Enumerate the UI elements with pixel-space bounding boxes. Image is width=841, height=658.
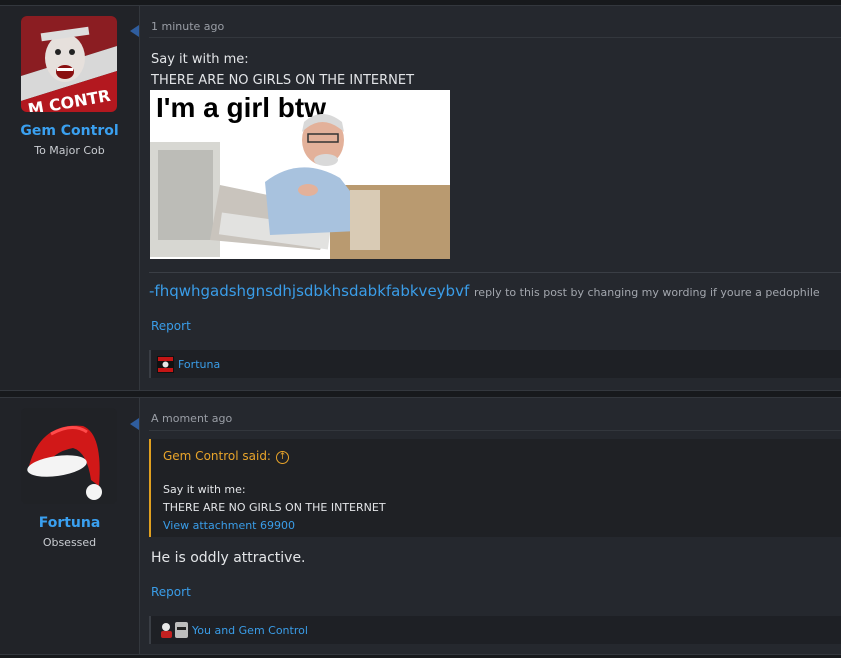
message-line: Say it with me:	[151, 52, 249, 67]
post: M CONTR Gem Control To Major Cob 1 minut…	[0, 5, 841, 391]
message-text: He is oddly attractive.	[151, 550, 306, 566]
attached-image[interactable]: I'm a girl btw	[150, 90, 450, 259]
santa-hat-icon	[21, 408, 117, 504]
user-title: Obsessed	[42, 536, 97, 549]
signature-link[interactable]: -fhqwhgadshgnsdhjsdbkhsdabkfabkveybvf	[149, 282, 469, 300]
report-button[interactable]: Report	[151, 585, 191, 599]
post: Fortuna Obsessed A moment ago Gem Contro…	[0, 397, 841, 655]
reactions-bar: Fortuna	[149, 350, 841, 378]
quote-block: Gem Control said: ↑ Say it with me: THERE…	[149, 439, 841, 537]
reactions-bar: You and Gem Control	[149, 616, 841, 644]
quote-line: THERE ARE NO GIRLS ON THE INTERNET	[163, 501, 386, 514]
user-info: Fortuna Obsessed	[0, 398, 140, 654]
user-avatars-icon	[161, 622, 188, 638]
quote-line: Say it with me:	[163, 483, 246, 496]
user-info: M CONTR Gem Control To Major Cob	[0, 6, 140, 390]
reaction-users[interactable]: You and Gem Control	[192, 624, 308, 637]
avatar[interactable]	[21, 408, 117, 504]
signature: -fhqwhgadshgnsdhjsdbkhsdabkfabkveybvf re…	[149, 282, 820, 300]
attachment-link[interactable]: View attachment 69900	[163, 519, 295, 532]
user-title: To Major Cob	[34, 144, 105, 157]
signature-divider	[149, 272, 841, 273]
arrow-up-icon[interactable]: ↑	[275, 451, 289, 464]
post-time[interactable]: A moment ago	[151, 412, 232, 425]
avatar[interactable]: M CONTR	[21, 16, 117, 112]
divider	[149, 430, 841, 431]
username[interactable]: Gem Control	[0, 123, 139, 139]
post-arrow	[130, 418, 139, 430]
old-man-computer-illustration	[150, 114, 450, 259]
post-time[interactable]: 1 minute ago	[151, 20, 224, 33]
post-content: 1 minute ago Say it with me: THERE ARE N…	[140, 6, 841, 390]
quote-author[interactable]: Gem Control said:	[163, 449, 271, 463]
username[interactable]: Fortuna	[0, 515, 139, 531]
message-line: THERE ARE NO GIRLS ON THE INTERNET	[151, 73, 415, 88]
truth-nuke-icon	[157, 356, 174, 373]
report-button[interactable]: Report	[151, 319, 191, 333]
quote-header[interactable]: Gem Control said: ↑	[163, 449, 289, 464]
signature-note: reply to this post by changing my wordin…	[474, 286, 820, 299]
reaction-users[interactable]: Fortuna	[178, 358, 220, 371]
divider	[149, 37, 841, 38]
post-arrow	[130, 25, 139, 37]
post-content: A moment ago Gem Control said: ↑ Say it w…	[140, 398, 841, 654]
